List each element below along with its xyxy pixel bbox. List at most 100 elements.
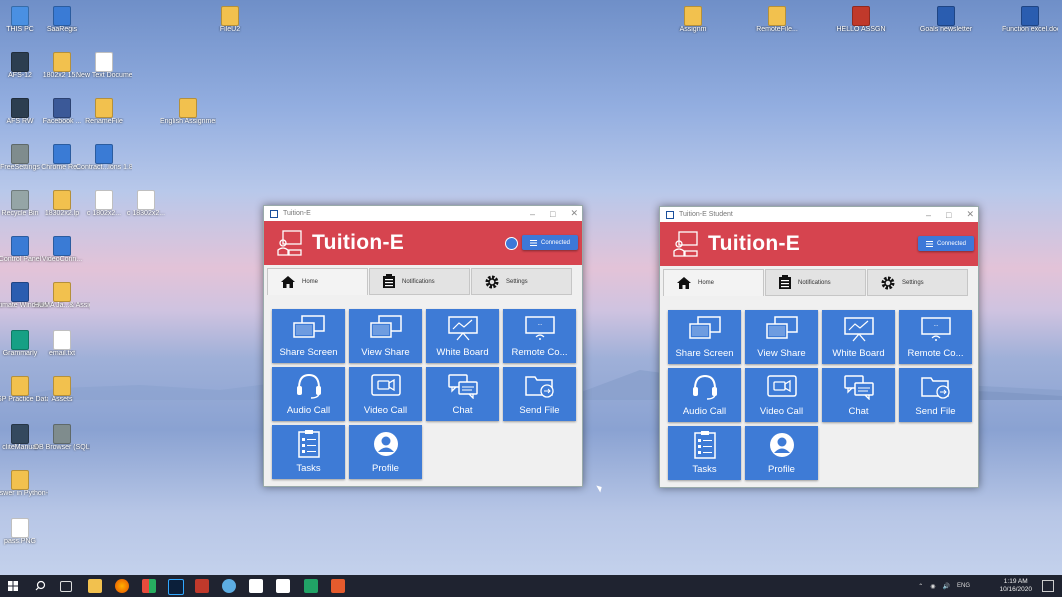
task-view-icon[interactable] (60, 581, 72, 592)
chat-button[interactable]: Chat (426, 367, 499, 421)
profile-button[interactable]: Profile (745, 426, 818, 480)
desktop-icon[interactable]: Assets (34, 376, 90, 404)
desktop-icon[interactable]: HELLO ASSGN (833, 6, 889, 34)
desktop-icon[interactable]: VideoConn... (34, 236, 90, 264)
desktop-icon[interactable]: email.txt (34, 330, 90, 358)
close-icon[interactable]: ✕ (966, 209, 974, 220)
tile-label: Profile (768, 464, 795, 475)
word-icon (937, 6, 955, 26)
profile-button[interactable]: Profile (349, 425, 422, 479)
video-call-button[interactable]: Video Call (349, 367, 422, 421)
app-icon (53, 98, 71, 118)
maximize-icon[interactable]: □ (946, 210, 951, 220)
desktop-icon-label: HUMA Ja...& Assignment... (34, 302, 90, 309)
tile-label: Chat (848, 406, 869, 417)
tab-notifications[interactable]: Notifications (369, 268, 470, 295)
notifications-icon[interactable] (1042, 580, 1054, 592)
video-camera-icon (766, 368, 798, 406)
folder-icon (53, 190, 71, 210)
tab-settings-label: Settings (902, 279, 924, 286)
desktop-icon[interactable]: RemoteFile... (749, 6, 805, 34)
white-board-button[interactable]: White Board (822, 310, 895, 364)
tab-settings[interactable]: Settings (867, 269, 968, 296)
desktop-icon[interactable]: Function excel.docx (1002, 6, 1058, 34)
desktop-icon-label: HELLO ASSGN (836, 26, 886, 33)
send-file-button[interactable]: Send File (899, 368, 972, 422)
desktop-icon[interactable]: c 18302x2... (118, 190, 174, 218)
tasks-icon (296, 425, 322, 463)
view-share-icon (369, 309, 403, 347)
language-indicator[interactable]: ENG (957, 583, 970, 589)
python-icon (95, 144, 113, 164)
remote-control-button[interactable]: ... Remote Co... (503, 309, 576, 363)
intellij-icon[interactable] (195, 579, 209, 593)
white-board-button[interactable]: White Board (426, 309, 499, 363)
desktop-icon-label: pass.PNG (4, 538, 36, 545)
desktop-icon[interactable]: answer in Python-Exercises (0, 470, 48, 498)
view-share-button[interactable]: View Share (349, 309, 422, 363)
remote-control-button[interactable]: ... Remote Co... (899, 310, 972, 364)
desktop-icon[interactable]: DB Browser (SQLite) (34, 424, 90, 452)
volume-icon[interactable]: 🔊 (943, 583, 950, 590)
tuition-e-student-taskbar-icon[interactable] (276, 579, 290, 593)
file-explorer-icon[interactable] (88, 579, 102, 593)
app-icon (11, 98, 29, 118)
remote-control-icon: ... (920, 310, 952, 348)
connected-button[interactable]: Connected (522, 235, 578, 250)
windows-start-icon[interactable] (8, 581, 18, 591)
sync-icon[interactable] (505, 237, 518, 250)
tab-home[interactable]: Home (267, 268, 368, 295)
desktop-icon[interactable]: English Assignment (160, 98, 216, 126)
chat-button[interactable]: Chat (822, 368, 895, 422)
maximize-icon[interactable]: □ (550, 209, 555, 219)
tile-label: Share Screen (675, 348, 734, 359)
mouse-cursor (596, 483, 604, 493)
network-icon[interactable]: ◉ (930, 583, 935, 590)
photoshop-icon[interactable] (168, 579, 184, 595)
desktop-icon-label: SaaRegis (46, 26, 78, 33)
desktop-icon[interactable]: RenameFile (76, 98, 132, 126)
search-icon[interactable] (35, 580, 46, 591)
audio-call-button[interactable]: Audio Call (668, 368, 741, 422)
camtasia-icon[interactable] (304, 579, 318, 593)
profile-icon (768, 426, 796, 464)
desktop-icon[interactable]: Assignm (665, 6, 721, 34)
desktop-icon[interactable]: HUMA Ja...& Assignment... (34, 282, 90, 310)
tasks-button[interactable]: Tasks (272, 425, 345, 479)
tab-settings[interactable]: Settings (471, 268, 572, 295)
connected-button[interactable]: Connected (918, 236, 974, 251)
clock[interactable]: 1:19 AM 10/16/2020 (999, 578, 1032, 594)
app-tiles-icon[interactable] (142, 579, 156, 593)
desktop-icon-label: FileU2 (219, 26, 241, 33)
close-icon[interactable]: ✕ (570, 208, 578, 219)
video-call-button[interactable]: Video Call (745, 368, 818, 422)
share-screen-button[interactable]: Share Screen (272, 309, 345, 363)
desktop-icon[interactable]: pass.PNG (0, 518, 48, 546)
desktop-icon[interactable]: FileU2 (202, 6, 258, 34)
app-icon (53, 6, 71, 26)
text-file-icon (95, 190, 113, 210)
desktop-icon[interactable]: SaaRegis (34, 6, 90, 34)
screen-recorder-icon[interactable] (331, 579, 345, 593)
view-share-button[interactable]: View Share (745, 310, 818, 364)
tab-notifications[interactable]: Notifications (765, 269, 866, 296)
title-bar[interactable]: Tuition-E – □ ✕ (264, 206, 582, 221)
desktop-icon[interactable]: Goals newsletter (918, 6, 974, 34)
tuition-e-taskbar-icon[interactable] (249, 579, 263, 593)
desktop-icon[interactable]: Contract...ions 1.82x (76, 144, 132, 172)
firefox-icon[interactable] (115, 579, 129, 593)
audio-call-button[interactable]: Audio Call (272, 367, 345, 421)
globe-app-icon[interactable] (222, 579, 236, 593)
minimize-icon[interactable]: – (530, 209, 535, 219)
minimize-icon[interactable]: – (926, 210, 931, 220)
share-screen-button[interactable]: Share Screen (668, 310, 741, 364)
desktop-icon[interactable]: New Text Documen... (76, 52, 132, 80)
chevron-up-icon[interactable]: ⌃ (918, 583, 923, 590)
settings-icon (11, 144, 29, 164)
title-bar[interactable]: Tuition-E Student – □ ✕ (660, 207, 978, 222)
send-file-button[interactable]: Send File (503, 367, 576, 421)
tab-home[interactable]: Home (663, 269, 764, 296)
headset-icon (294, 367, 324, 405)
tasks-button[interactable]: Tasks (668, 426, 741, 480)
desktop-icon-label: Assignm (679, 26, 707, 33)
